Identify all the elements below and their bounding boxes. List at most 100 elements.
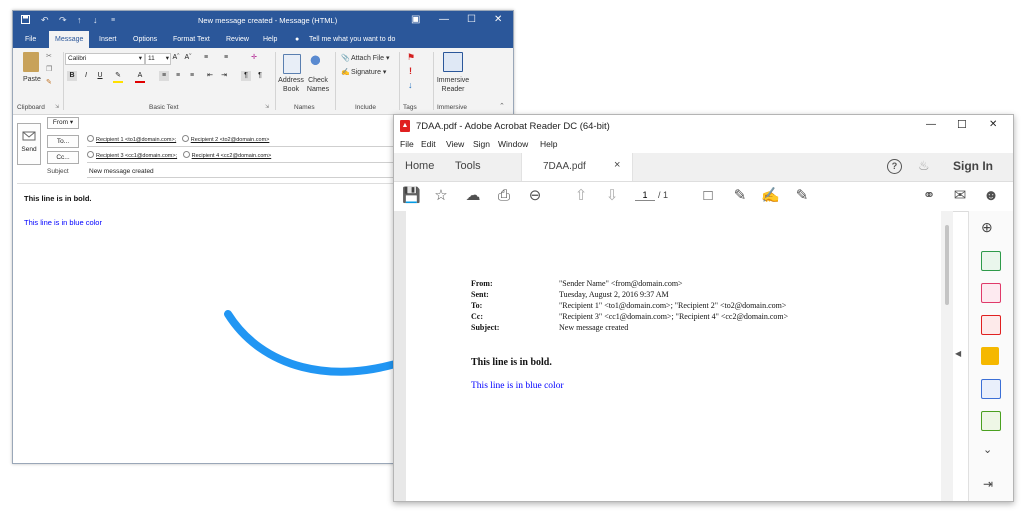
cut-icon[interactable]: ✂: [46, 52, 52, 60]
export-pdf-icon[interactable]: [981, 251, 1001, 271]
check-names-icon[interactable]: [309, 54, 325, 72]
share-user-icon[interactable]: ☻: [982, 187, 1000, 205]
tab-tools[interactable]: Tools: [455, 160, 481, 172]
italic-button[interactable]: I: [81, 71, 91, 81]
close-button[interactable]: ✕: [494, 14, 502, 25]
tab-review[interactable]: Review: [220, 31, 255, 48]
fill-sign-icon[interactable]: ✎: [793, 187, 811, 205]
save-icon[interactable]: 💾: [402, 187, 421, 205]
cc-button[interactable]: Cc...: [47, 151, 79, 164]
align-center-icon[interactable]: ≡: [173, 71, 183, 81]
collapse-panel-icon[interactable]: ◀: [955, 349, 961, 358]
maximize-button[interactable]: ☐: [957, 118, 967, 131]
align-right-icon[interactable]: ≡: [187, 71, 197, 81]
flag-icon[interactable]: ⚑: [407, 52, 415, 63]
notifications-bell-icon[interactable]: ♨: [918, 158, 930, 174]
scrollbar-thumb[interactable]: [945, 225, 949, 305]
paste-button[interactable]: Paste: [23, 76, 41, 83]
comment-icon[interactable]: □: [699, 187, 717, 205]
maximize-button[interactable]: ☐: [467, 14, 476, 25]
menu-window[interactable]: Window: [498, 139, 528, 149]
bold-button[interactable]: B: [67, 71, 77, 81]
up-arrow-icon[interactable]: ↑: [77, 15, 82, 26]
immersive-reader-icon[interactable]: [443, 52, 463, 72]
font-name-select[interactable]: Calibri ▾: [65, 53, 145, 65]
zoom-out-icon[interactable]: ⊖: [526, 187, 544, 205]
font-size-select[interactable]: 11 ▾: [145, 53, 171, 65]
tab-file[interactable]: File: [19, 31, 42, 48]
email-icon[interactable]: ✉: [951, 187, 969, 205]
from-button[interactable]: From ▾: [47, 117, 79, 129]
collapse-pane-icon[interactable]: ⇥: [983, 477, 993, 491]
customize-toolbar-icon[interactable]: ≡: [111, 15, 115, 26]
menu-sign[interactable]: Sign: [473, 139, 490, 149]
check-names-button[interactable]: Check Names: [305, 76, 331, 94]
tab-options[interactable]: Options: [127, 31, 163, 48]
menu-help[interactable]: Help: [540, 139, 557, 149]
comment-tool-icon[interactable]: [981, 347, 999, 365]
tab-message[interactable]: Message: [49, 31, 90, 48]
help-icon[interactable]: ?: [887, 159, 902, 174]
low-importance-icon[interactable]: ↓: [408, 80, 413, 90]
bookmark-star-icon[interactable]: ☆: [432, 187, 450, 205]
upload-cloud-icon[interactable]: ☁: [464, 187, 482, 205]
shrink-font-icon[interactable]: Aˇ: [183, 53, 193, 63]
cc-recipient-chip[interactable]: Recipient 3 <cc1@domain.com>;: [96, 153, 177, 159]
signature-button[interactable]: Signature ▾: [351, 68, 386, 76]
paste-icon[interactable]: [23, 52, 39, 72]
bullets-icon[interactable]: ≡: [201, 53, 211, 63]
address-book-icon[interactable]: [283, 54, 301, 74]
tab-format-text[interactable]: Format Text: [167, 31, 216, 48]
sign-icon[interactable]: ✍: [761, 187, 780, 205]
cc-recipient-chip[interactable]: Recipient 4 <cc2@domain.com>: [192, 153, 272, 159]
increase-indent-icon[interactable]: ⇥: [219, 71, 229, 81]
highlight-icon[interactable]: ✎: [113, 71, 123, 83]
compress-pdf-icon[interactable]: [981, 411, 1001, 431]
underline-button[interactable]: U: [95, 71, 105, 81]
undo-icon[interactable]: ↶: [41, 15, 49, 26]
previous-page-icon[interactable]: ⇧: [572, 187, 590, 205]
ribbon-display-icon[interactable]: ▣: [411, 14, 420, 25]
tell-me-search[interactable]: Tell me what you want to do: [303, 31, 401, 48]
immersive-reader-button[interactable]: Immersive Reader: [435, 76, 471, 94]
expand-more-icon[interactable]: ⌄: [983, 443, 992, 456]
zoom-in-icon[interactable]: ⊕: [981, 219, 993, 236]
send-button[interactable]: Send: [17, 123, 41, 165]
dialog-launcher-icon[interactable]: ⇲: [55, 104, 59, 110]
menu-edit[interactable]: Edit: [421, 139, 436, 149]
dialog-launcher-icon[interactable]: ⇲: [265, 104, 269, 110]
create-pdf-icon[interactable]: [981, 315, 1001, 335]
minimize-button[interactable]: —: [439, 14, 449, 25]
decrease-indent-icon[interactable]: ⇤: [205, 71, 215, 81]
save-icon[interactable]: [21, 15, 30, 27]
redo-icon[interactable]: ↷: [59, 15, 67, 26]
combine-files-icon[interactable]: [981, 379, 1001, 399]
ltr-icon[interactable]: ¶: [241, 71, 251, 81]
rtl-icon[interactable]: ¶: [255, 71, 265, 81]
page-number-input[interactable]: 1: [635, 190, 655, 201]
collapse-ribbon-icon[interactable]: ⌃: [499, 102, 505, 110]
format-painter-icon[interactable]: ✎: [46, 78, 52, 86]
font-color-icon[interactable]: A: [135, 71, 145, 83]
align-left-icon[interactable]: ≡: [159, 71, 169, 81]
to-button[interactable]: To...: [47, 135, 79, 148]
highlight-pen-icon[interactable]: ✎: [731, 187, 749, 205]
clear-formatting-icon[interactable]: ✛: [249, 53, 259, 63]
share-link-icon[interactable]: ⚭: [920, 187, 938, 205]
close-button[interactable]: ✕: [989, 119, 997, 130]
address-book-button[interactable]: Address Book: [277, 76, 305, 94]
menu-view[interactable]: View: [446, 139, 464, 149]
document-viewer[interactable]: From: Sent: To: Cc: Subject: "Sender Nam…: [394, 211, 953, 501]
numbering-icon[interactable]: ≡: [221, 53, 231, 63]
menu-file[interactable]: File: [400, 139, 414, 149]
grow-font-icon[interactable]: Aˆ: [171, 53, 181, 63]
minimize-button[interactable]: —: [926, 119, 936, 130]
sign-in-button[interactable]: Sign In: [953, 159, 993, 173]
high-importance-icon[interactable]: !: [409, 66, 412, 76]
down-arrow-icon[interactable]: ↓: [93, 15, 98, 26]
close-tab-icon[interactable]: ×: [614, 159, 620, 171]
print-icon[interactable]: ⎙: [495, 187, 513, 205]
tab-document[interactable]: 7DAA.pdf ×: [521, 153, 633, 181]
organize-pages-icon[interactable]: [981, 283, 1001, 303]
attach-file-button[interactable]: Attach File ▾: [351, 54, 390, 62]
